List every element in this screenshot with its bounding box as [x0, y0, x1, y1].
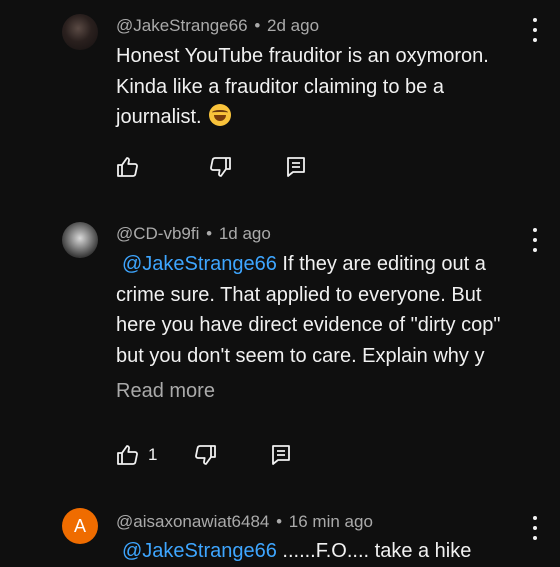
- avatar[interactable]: A: [62, 508, 98, 544]
- mention-link[interactable]: @JakeStrange66: [122, 540, 277, 562]
- meta-separator: •: [254, 16, 261, 35]
- avatar-letter: A: [73, 515, 86, 536]
- reply-icon: [272, 445, 291, 465]
- thumb-up-icon: [117, 157, 138, 177]
- read-more-link[interactable]: Read more: [116, 380, 215, 403]
- reply-button[interactable]: [284, 155, 308, 179]
- comment-actions: 1: [116, 443, 293, 467]
- comment-text-content: ......F.O.... take a hike: [276, 540, 472, 562]
- comment-text: Honest YouTube frauditor is an oxymoron.…: [116, 41, 516, 133]
- avatar[interactable]: [62, 14, 98, 50]
- reply-icon: [287, 157, 305, 177]
- like-button[interactable]: [116, 155, 148, 179]
- comment-text-content: Honest YouTube frauditor is an oxymoron.…: [116, 45, 489, 128]
- comment-meta: @JakeStrange66 • 2d ago: [116, 16, 319, 36]
- more-vert-icon[interactable]: [528, 228, 542, 252]
- comment-author[interactable]: @CD-vb9fi: [116, 224, 199, 243]
- meta-separator: •: [206, 224, 213, 243]
- comment-meta: @CD-vb9fi • 1d ago: [116, 224, 271, 244]
- comment-time[interactable]: 16 min ago: [289, 512, 373, 531]
- dislike-button[interactable]: [193, 443, 217, 467]
- avatar[interactable]: [62, 222, 98, 258]
- comment-text: @JakeStrange66 ......F.O.... take a hike: [116, 536, 516, 567]
- more-vert-icon[interactable]: [528, 18, 542, 42]
- thumb-down-icon: [195, 445, 217, 465]
- mention-link[interactable]: @JakeStrange66: [122, 253, 277, 275]
- comment-author[interactable]: @aisaxonawiat6484: [116, 512, 269, 531]
- dislike-button[interactable]: [208, 155, 232, 179]
- comment-author[interactable]: @JakeStrange66: [116, 16, 248, 35]
- thumb-down-icon: [210, 157, 231, 177]
- like-count: 1: [148, 445, 158, 464]
- reply-button[interactable]: [269, 443, 293, 467]
- comment-actions: [116, 155, 308, 179]
- meta-separator: •: [276, 512, 283, 531]
- comment-meta: @aisaxonawiat6484 • 16 min ago: [116, 512, 373, 532]
- comment-time[interactable]: 2d ago: [267, 16, 319, 35]
- laughing-emoji-icon: [209, 104, 232, 126]
- comment-time[interactable]: 1d ago: [219, 224, 271, 243]
- more-vert-icon[interactable]: [528, 516, 542, 540]
- thumb-up-icon: [117, 445, 138, 465]
- comment-text: @JakeStrange66 If they are editing out a…: [116, 249, 516, 371]
- like-button[interactable]: 1: [116, 443, 157, 467]
